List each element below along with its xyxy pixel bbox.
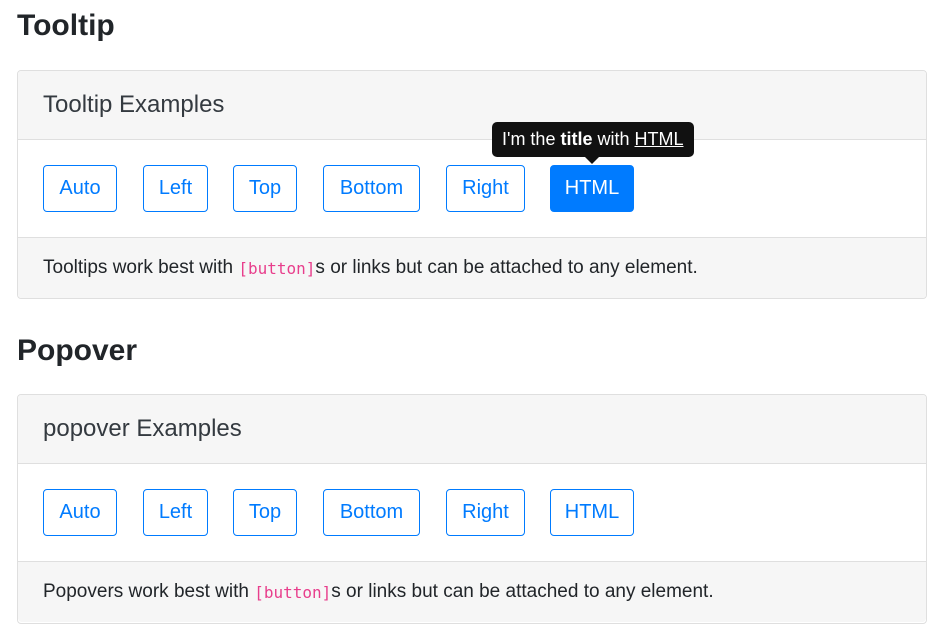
tooltip-right-button[interactable]: Right: [446, 165, 525, 212]
tooltip-auto-button[interactable]: Auto: [43, 165, 117, 212]
popover-footer-code: [button]: [254, 582, 332, 602]
popover-left-button[interactable]: Left: [143, 489, 208, 536]
tooltip-card-body: Auto Left Top Bottom Right HTML: [18, 140, 926, 238]
popover-footer-text-before: Popovers work best with: [43, 581, 255, 602]
tooltip-left-button[interactable]: Left: [143, 165, 208, 212]
tooltip-section-title: Tooltip: [17, 9, 115, 42]
popover-card-footer: Popovers work best with [button] s or lin…: [18, 562, 926, 622]
popover-top-button[interactable]: Top: [233, 489, 297, 536]
tooltip-card-header: Tooltip Examples: [18, 71, 926, 140]
tooltip-text-prefix: I'm the: [502, 129, 561, 149]
tooltip-html-button[interactable]: HTML: [550, 165, 634, 212]
popover-bottom-button[interactable]: Bottom: [323, 489, 420, 536]
tooltip-text-bold: title: [560, 129, 593, 149]
popover-card-header: popover Examples: [18, 395, 926, 464]
tooltip-footer-text-before: Tooltips work best with: [43, 257, 239, 278]
tooltip-text-underlined: HTML: [634, 129, 684, 149]
tooltip-examples-card: Tooltip Examples Auto Left Top Bottom Ri…: [17, 70, 927, 299]
tooltip-bottom-button[interactable]: Bottom: [323, 165, 420, 212]
popover-examples-card: popover Examples Auto Left Top Bottom Ri…: [17, 394, 927, 624]
popover-html-button[interactable]: HTML: [550, 489, 634, 536]
tooltip-footer-text-after: s or links but can be attached to any el…: [315, 257, 698, 278]
popover-right-button[interactable]: Right: [446, 489, 525, 536]
popover-footer-text-after: s or links but can be attached to any el…: [331, 581, 714, 602]
tooltip-footer-code: [button]: [238, 258, 316, 278]
html-tooltip: I'm the title with HTML: [492, 122, 694, 157]
popover-section-title: Popover: [17, 334, 138, 367]
tooltip-text-middle: with: [592, 129, 635, 149]
tooltip-arrow: [585, 157, 599, 164]
popover-card-body: Auto Left Top Bottom Right HTML: [18, 464, 926, 562]
tooltip-card-footer: Tooltips work best with [button] s or lin…: [18, 238, 926, 298]
popover-auto-button[interactable]: Auto: [43, 489, 117, 536]
tooltip-top-button[interactable]: Top: [233, 165, 297, 212]
